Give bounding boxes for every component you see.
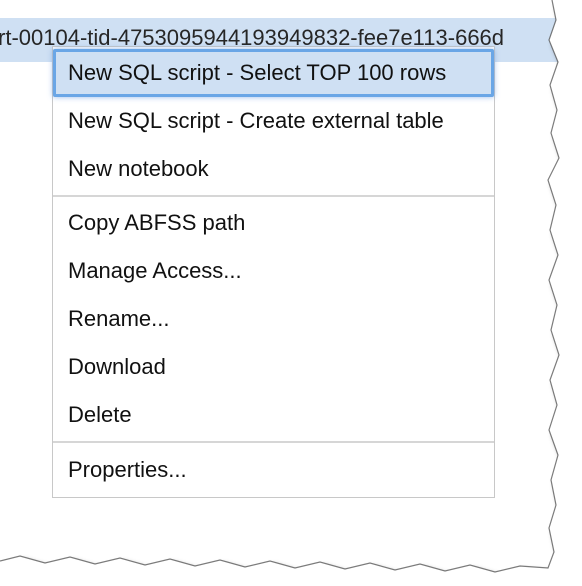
menu-group-properties: Properties... <box>53 443 494 497</box>
menu-group-create: New SQL script - Select TOP 100 rows New… <box>53 47 494 197</box>
menu-item-copy-abfss-path[interactable]: Copy ABFSS path <box>53 199 494 247</box>
menu-item-download[interactable]: Download <box>53 343 494 391</box>
menu-item-new-sql-create-external-table[interactable]: New SQL script - Create external table <box>53 97 494 145</box>
menu-group-manage: Copy ABFSS path Manage Access... Rename.… <box>53 197 494 443</box>
menu-item-manage-access[interactable]: Manage Access... <box>53 247 494 295</box>
menu-item-rename[interactable]: Rename... <box>53 295 494 343</box>
menu-item-delete[interactable]: Delete <box>53 391 494 439</box>
context-menu: New SQL script - Select TOP 100 rows New… <box>52 46 495 498</box>
menu-item-properties[interactable]: Properties... <box>53 445 494 495</box>
screenshot-canvas: rt-00104-tid-4753095944193949832-fee7e11… <box>0 0 582 586</box>
menu-item-new-sql-select-top-100[interactable]: New SQL script - Select TOP 100 rows <box>53 49 494 97</box>
menu-item-new-notebook[interactable]: New notebook <box>53 145 494 193</box>
